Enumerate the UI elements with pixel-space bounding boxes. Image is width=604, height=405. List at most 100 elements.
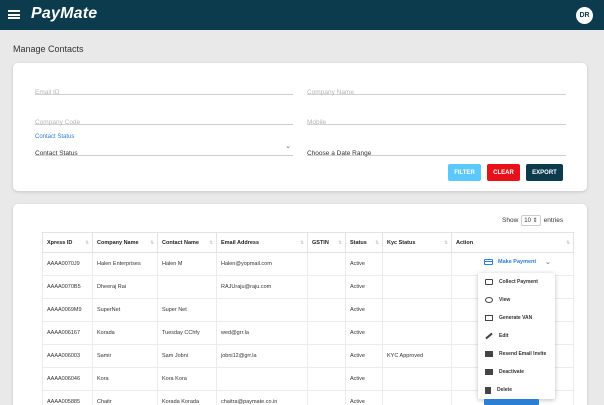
table-cell: RAJUraju@raju.com	[216, 275, 308, 299]
van-icon	[485, 315, 493, 321]
menu-item-label: Deactivate	[499, 369, 525, 375]
date-range-value: Choose a Date Range	[307, 150, 372, 157]
table-cell	[307, 344, 346, 368]
app-logo: PayMate	[31, 5, 98, 22]
table-cell	[157, 275, 217, 299]
mail-icon	[485, 351, 493, 357]
table-cell: jobni12@grr.la	[216, 344, 308, 368]
table-cell: Active	[345, 367, 383, 391]
table-cell: Halen@yopmail.com	[216, 252, 308, 276]
company-name-input[interactable]	[307, 89, 566, 96]
menu-item-generate-van[interactable]: Generate VAN	[478, 309, 555, 327]
company-code-field[interactable]	[35, 111, 293, 126]
table-cell	[382, 367, 452, 391]
user-avatar[interactable]: DR	[576, 7, 593, 24]
table-cell	[382, 252, 452, 276]
entries-value: 10	[524, 218, 531, 224]
table-cell	[307, 321, 346, 345]
entries-select[interactable]: 10 ⇕	[521, 215, 541, 226]
make-payment-label: Make Payment	[498, 259, 537, 265]
hamburger-menu-icon[interactable]	[8, 10, 20, 19]
table-cell: chaitra@paymate.co.in	[216, 390, 308, 405]
column-header[interactable]: Contact Name ⇅	[157, 232, 217, 253]
table-cell: Sam Jobni	[157, 344, 217, 368]
mobile-input[interactable]	[307, 119, 566, 126]
clear-button[interactable]: CLEAR	[487, 164, 520, 181]
table-cell: AAAA005885	[42, 390, 93, 405]
top-bar: PayMate DR	[0, 0, 604, 30]
table-cell: Active	[345, 321, 383, 345]
table-cell: Chaitr	[92, 390, 158, 405]
mobile-field[interactable]	[307, 111, 566, 126]
credit-card-icon	[484, 259, 493, 265]
action-menu: Collect Payment View Generate VAN Edit R…	[478, 273, 555, 399]
column-header[interactable]: GSTIN ⇅	[307, 232, 346, 253]
contact-status-select[interactable]: Contact Status ⌄	[35, 142, 293, 157]
menu-item-label: Resend Email Invite	[499, 351, 547, 357]
email-input[interactable]	[35, 89, 293, 96]
company-name-field[interactable]	[307, 81, 566, 96]
entries-control: Show 10 ⇕ entries	[502, 215, 563, 226]
column-header[interactable]: Action ⇅	[451, 232, 574, 253]
deactivate-icon	[485, 369, 493, 375]
column-header[interactable]: Kyc Status ⇅	[382, 232, 452, 253]
table-cell: KYC Approved	[382, 344, 452, 368]
table-cell	[307, 275, 346, 299]
filter-panel: Contact Status Contact Status ⌄ Choose a…	[13, 63, 587, 191]
table-cell	[307, 252, 346, 276]
contact-status-label: Contact Status	[35, 134, 75, 140]
table-cell	[382, 275, 452, 299]
menu-item-collect-payment[interactable]: Collect Payment	[478, 273, 555, 291]
table-cell: Samir	[92, 344, 158, 368]
table-cell: SuperNet	[92, 298, 158, 322]
table-cell: wed@grr.la	[216, 321, 308, 345]
pencil-icon	[485, 332, 493, 340]
column-header[interactable]: Company Name ⇅	[92, 232, 158, 253]
table-cell: Halen Enterprises	[92, 252, 158, 276]
table-cell	[382, 298, 452, 322]
column-header[interactable]: Status ⇅	[345, 232, 383, 253]
table-cell: AAAA0069M9	[42, 298, 93, 322]
table-cell: Active	[345, 252, 383, 276]
trash-icon	[485, 386, 491, 394]
menu-item-deactivate[interactable]: Deactivate	[478, 363, 555, 381]
table-cell: AAAA006167	[42, 321, 93, 345]
menu-item-label: Delete	[497, 387, 513, 393]
column-header[interactable]: Xpress ID ⇅	[42, 232, 93, 253]
menu-item-label: Generate VAN	[499, 315, 533, 321]
chevron-down-icon[interactable]: ⌄	[545, 258, 551, 266]
company-code-input[interactable]	[35, 119, 293, 126]
table-cell: AAAA006046	[42, 367, 93, 391]
make-payment-button[interactable]: Make Payment	[484, 259, 536, 265]
table-cell: Kora	[92, 367, 158, 391]
menu-item-edit[interactable]: Edit	[478, 327, 555, 345]
table-cell: AAAA0070B5	[42, 275, 93, 299]
table-cell: Dheeraj Rai	[92, 275, 158, 299]
table-cell: Active	[345, 298, 383, 322]
menu-item-label: Edit	[499, 333, 509, 339]
table-cell: Tuesday CChfy	[157, 321, 217, 345]
table-cell: Active	[345, 275, 383, 299]
table-cell	[216, 367, 308, 391]
export-button[interactable]: EXPORT	[526, 164, 563, 181]
column-header[interactable]: Email Address ⇅	[216, 232, 308, 253]
show-label: Show	[502, 217, 519, 224]
menu-item-resend-email[interactable]: Resend Email Invite	[478, 345, 555, 363]
date-range-field[interactable]: Choose a Date Range	[307, 142, 566, 157]
menu-item-delete[interactable]: Delete	[478, 381, 555, 399]
table-cell: Active	[345, 390, 383, 405]
filter-button[interactable]: FILTER	[448, 164, 481, 181]
table-cell: Korada	[92, 321, 158, 345]
table-cell: AAAA0070J9	[42, 252, 93, 276]
table-cell	[307, 298, 346, 322]
make-payment-button-partial[interactable]	[484, 399, 539, 405]
entries-label: entries	[543, 217, 564, 224]
table-cell	[307, 390, 346, 405]
table-cell: Korada Korada	[157, 390, 217, 405]
eye-icon	[485, 297, 493, 303]
email-field[interactable]	[35, 81, 293, 96]
table-cell: Kora Kora	[157, 367, 217, 391]
table-cell	[382, 321, 452, 345]
menu-item-view[interactable]: View	[478, 291, 555, 309]
table-cell: Active	[345, 344, 383, 368]
